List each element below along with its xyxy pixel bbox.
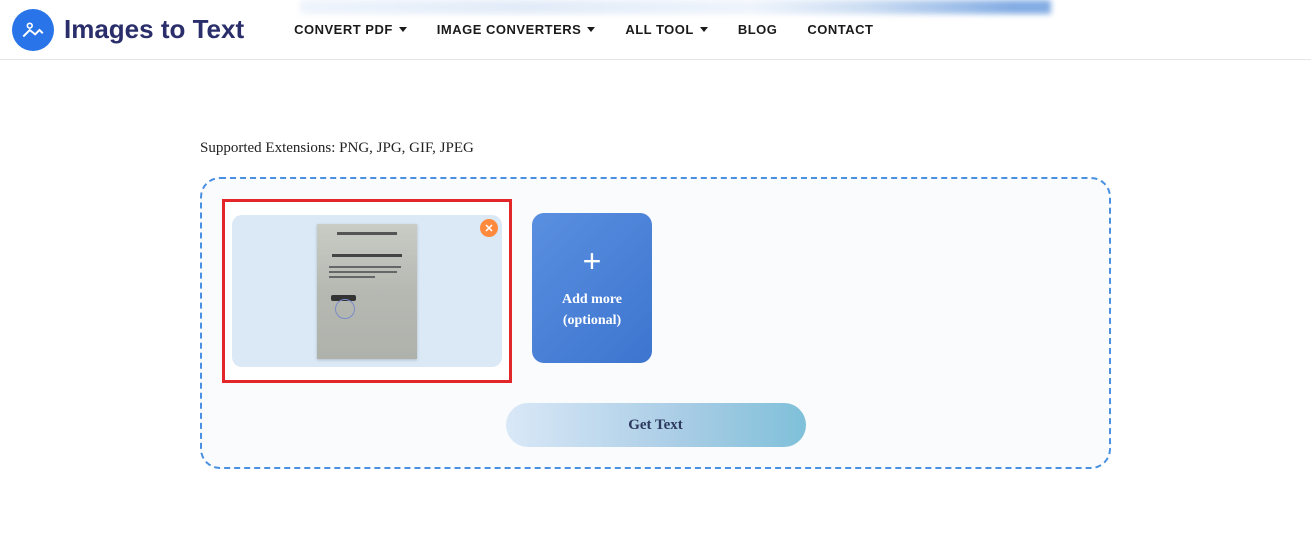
get-text-button[interactable]: Get Text — [506, 403, 806, 447]
logo[interactable]: Images to Text — [12, 9, 244, 51]
main-nav: CONVERT PDF IMAGE CONVERTERS ALL TOOL BL… — [294, 22, 873, 37]
main-content: Supported Extensions: PNG, JPG, GIF, JPE… — [0, 60, 1311, 469]
nav-image-converters[interactable]: IMAGE CONVERTERS — [437, 22, 596, 37]
nav-label: ALL TOOL — [625, 22, 694, 37]
add-more-label: Add more (optional) — [562, 289, 622, 331]
nav-label: CONVERT PDF — [294, 22, 393, 37]
add-more-button[interactable]: + Add more (optional) — [532, 213, 652, 363]
logo-text: Images to Text — [64, 14, 244, 45]
dropzone[interactable]: ✕ + Add more — [200, 177, 1111, 469]
remove-image-button[interactable]: ✕ — [480, 219, 498, 237]
image-thumbnail-wrapper: ✕ — [232, 215, 502, 367]
document-thumbnail — [317, 224, 417, 359]
supported-extensions-label: Supported Extensions: PNG, JPG, GIF, JPE… — [200, 140, 1111, 157]
chevron-down-icon — [587, 27, 595, 32]
nav-blog[interactable]: BLOG — [738, 22, 778, 37]
dropzone-items: ✕ + Add more — [222, 199, 1089, 383]
nav-label: CONTACT — [807, 22, 873, 37]
chevron-down-icon — [399, 27, 407, 32]
nav-all-tool[interactable]: ALL TOOL — [625, 22, 708, 37]
nav-contact[interactable]: CONTACT — [807, 22, 873, 37]
plus-icon: + — [583, 245, 602, 277]
logo-icon — [12, 9, 54, 51]
nav-label: IMAGE CONVERTERS — [437, 22, 582, 37]
header: Images to Text CONVERT PDF IMAGE CONVERT… — [0, 0, 1311, 60]
nav-convert-pdf[interactable]: CONVERT PDF — [294, 22, 407, 37]
close-icon: ✕ — [484, 222, 493, 235]
chevron-down-icon — [700, 27, 708, 32]
nav-label: BLOG — [738, 22, 778, 37]
uploaded-image-card[interactable]: ✕ — [222, 199, 512, 383]
